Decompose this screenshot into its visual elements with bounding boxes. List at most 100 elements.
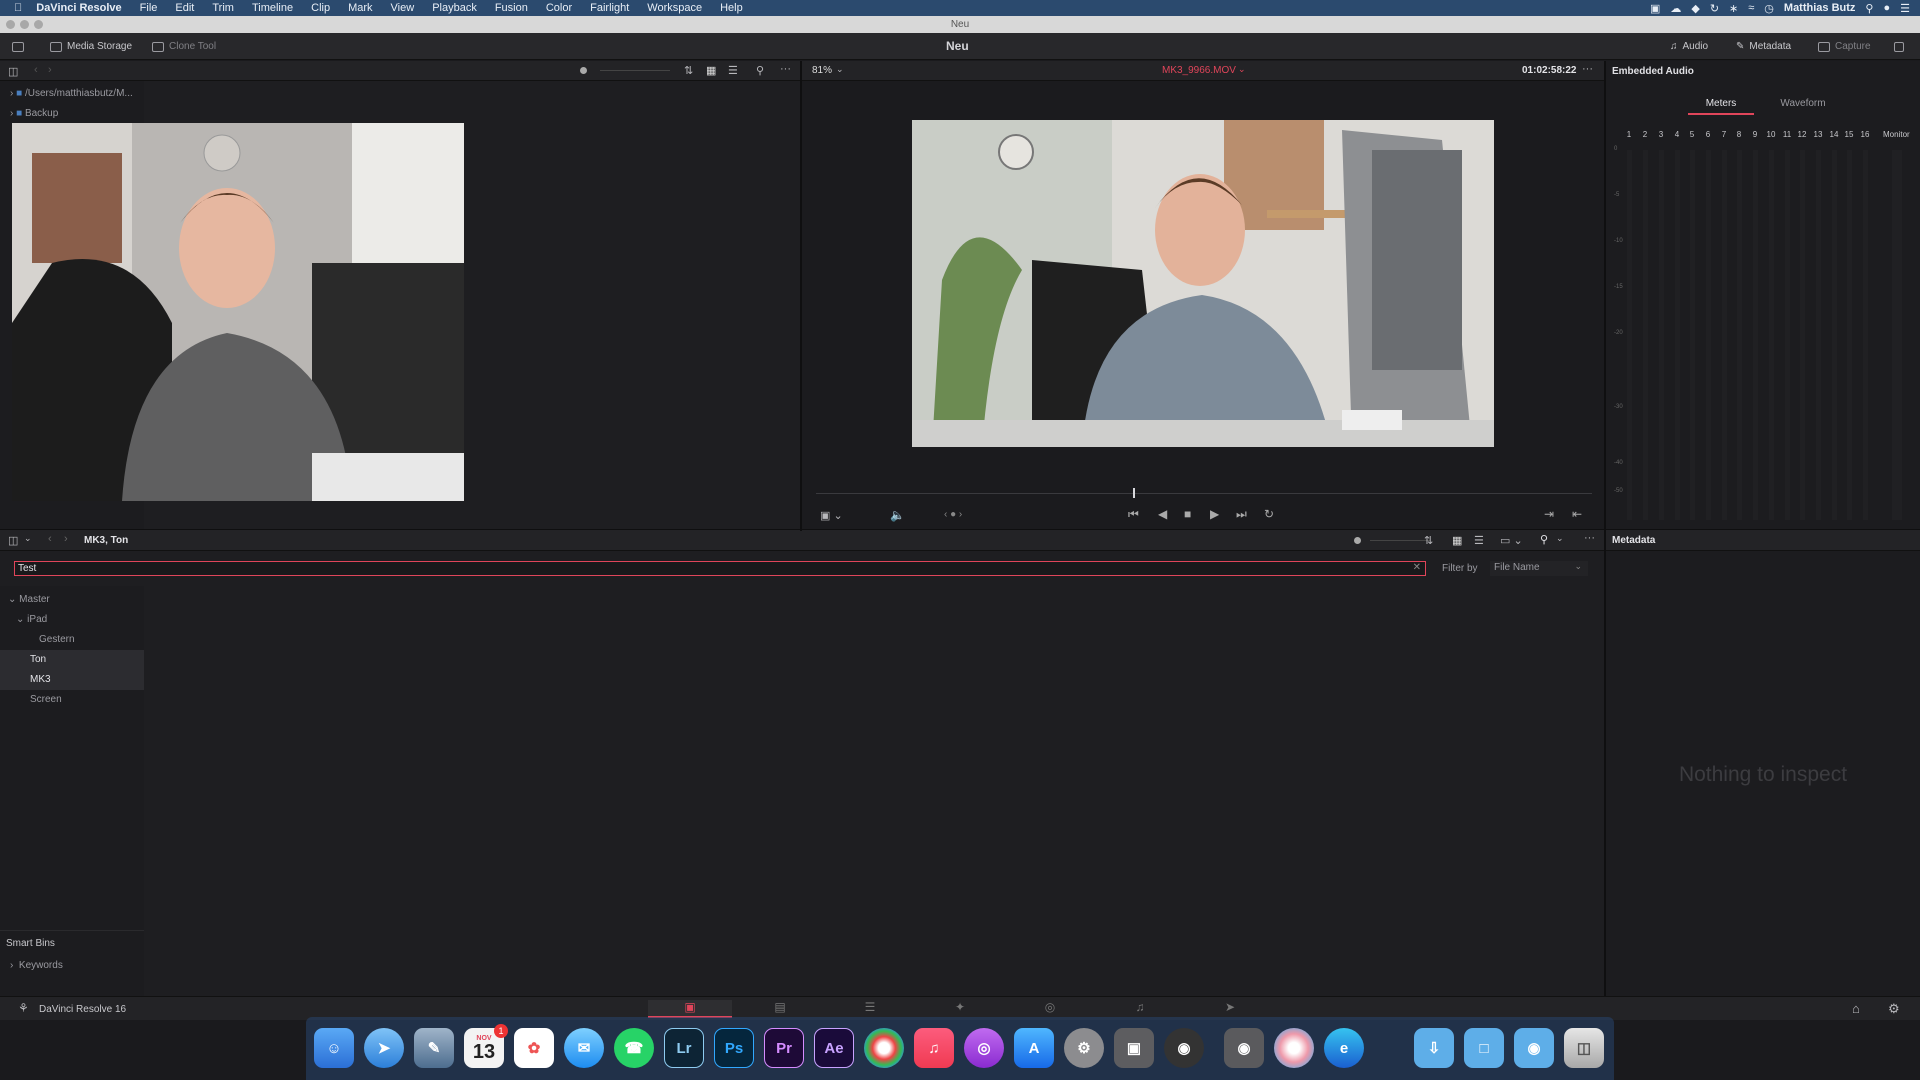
- camera-icon[interactable]: ◉: [1224, 1028, 1264, 1068]
- screenshot-icon[interactable]: ▣: [1114, 1028, 1154, 1068]
- chevron-down-icon[interactable]: ⌄: [1556, 533, 1564, 544]
- more-options-icon[interactable]: ···: [1584, 532, 1595, 544]
- video-frame[interactable]: [912, 120, 1494, 447]
- search-icon[interactable]: ⚲: [1540, 533, 1548, 546]
- bin-master[interactable]: ⌄ Master: [0, 590, 144, 610]
- menu-fusion[interactable]: Fusion: [495, 2, 528, 14]
- music-icon[interactable]: ♫: [914, 1028, 954, 1068]
- settings-icon[interactable]: ⚙: [1064, 1028, 1104, 1068]
- page-media-icon[interactable]: ▣: [648, 1000, 732, 1018]
- timemachine-icon[interactable]: ↻: [1710, 2, 1719, 15]
- more-options-icon[interactable]: ···: [1582, 63, 1593, 75]
- downloads-icon[interactable]: ⇩: [1414, 1028, 1454, 1068]
- clone-tool-button[interactable]: Clone Tool: [152, 33, 216, 60]
- preview-icon[interactable]: ✎: [414, 1028, 454, 1068]
- page-fusion-icon[interactable]: ✦: [918, 1000, 1002, 1018]
- expand-icon[interactable]: [1894, 33, 1904, 60]
- back-icon[interactable]: ‹: [48, 533, 52, 545]
- jog-control[interactable]: ‹ ● ›: [944, 509, 962, 520]
- home-icon[interactable]: ⌂: [1852, 1001, 1860, 1016]
- sort-icon[interactable]: ⇅: [684, 64, 693, 77]
- clip-name[interactable]: MK3_9966.MOV: [1162, 65, 1236, 76]
- appstore-icon[interactable]: A: [1014, 1028, 1054, 1068]
- settings-gear-icon[interactable]: ⚙: [1888, 1001, 1900, 1017]
- aftereffects-icon[interactable]: Ae: [814, 1028, 854, 1068]
- forward-icon[interactable]: ›: [48, 64, 52, 76]
- pixelmator-icon[interactable]: [1274, 1028, 1314, 1068]
- mark-in-icon[interactable]: ⇤: [1572, 507, 1582, 521]
- more-options-icon[interactable]: ···: [780, 63, 791, 75]
- premiere-icon[interactable]: Pr: [764, 1028, 804, 1068]
- search-input[interactable]: Test ✕: [14, 561, 1426, 576]
- stop-icon[interactable]: ■: [1184, 507, 1191, 521]
- menu-mark[interactable]: Mark: [348, 2, 372, 14]
- safari-icon[interactable]: ➤: [364, 1028, 404, 1068]
- window-minimize-button[interactable]: [20, 20, 29, 29]
- bin-ton[interactable]: Ton: [0, 650, 144, 670]
- menu-file[interactable]: File: [140, 2, 158, 14]
- menu-clip[interactable]: Clip: [311, 2, 330, 14]
- dropbox-icon[interactable]: ◆: [1691, 2, 1699, 15]
- finder-icon[interactable]: ☺: [314, 1028, 354, 1068]
- clock-icon[interactable]: ◷: [1764, 2, 1774, 15]
- metadata-button[interactable]: ✎ Metadata: [1736, 33, 1791, 60]
- menu-playback[interactable]: Playback: [432, 2, 477, 14]
- spotlight-icon[interactable]: ⚲: [1865, 2, 1873, 15]
- cloud-icon[interactable]: ☁: [1670, 2, 1681, 15]
- play-icon[interactable]: ▶: [1210, 507, 1219, 521]
- tab-meters[interactable]: Meters: [1688, 93, 1754, 115]
- playhead[interactable]: [1133, 488, 1135, 498]
- zoom-level[interactable]: 81%: [812, 65, 832, 76]
- loop-icon[interactable]: ↻: [1264, 507, 1274, 521]
- menu-help[interactable]: Help: [720, 2, 743, 14]
- menu-view[interactable]: View: [391, 2, 415, 14]
- bin-screen[interactable]: Screen: [0, 690, 144, 710]
- page-fairlight-icon[interactable]: ♫: [1098, 1000, 1182, 1018]
- go-to-end-icon[interactable]: ⏭: [1236, 507, 1247, 522]
- storage-item-backup[interactable]: › ■ Backup: [0, 104, 144, 124]
- filter-select[interactable]: File Name ⌄: [1490, 561, 1588, 576]
- window-close-button[interactable]: [6, 20, 15, 29]
- grid-view-icon[interactable]: ▦: [706, 64, 716, 77]
- capture-button[interactable]: Capture: [1818, 33, 1871, 60]
- menu-edit[interactable]: Edit: [175, 2, 194, 14]
- menu-timeline[interactable]: Timeline: [252, 2, 293, 14]
- sidebar-toggle-icon[interactable]: ◫: [8, 534, 18, 547]
- lightroom-icon[interactable]: Lr: [664, 1028, 704, 1068]
- storage-item-user[interactable]: › ■ /Users/matthiasbutz/M...: [0, 84, 144, 104]
- bin-gestern[interactable]: Gestern: [0, 630, 144, 650]
- siri-icon[interactable]: ●: [1883, 2, 1890, 14]
- whatsapp-icon[interactable]: ☎: [614, 1028, 654, 1068]
- menu-workspace[interactable]: Workspace: [647, 2, 702, 14]
- menu-trim[interactable]: Trim: [212, 2, 234, 14]
- audio-button[interactable]: ♫ Audio: [1670, 33, 1708, 60]
- chevron-down-icon[interactable]: ⌄: [836, 64, 844, 75]
- menu-app-name[interactable]: DaVinci Resolve: [36, 2, 121, 14]
- workspace-toggle-icon[interactable]: [12, 33, 24, 60]
- bluetooth-icon[interactable]: ∗: [1729, 2, 1738, 15]
- page-edit-icon[interactable]: ☰: [828, 1000, 912, 1018]
- messages-icon[interactable]: ✉: [564, 1028, 604, 1068]
- bin-ipad[interactable]: ⌄ iPad: [0, 610, 144, 630]
- cinema-icon[interactable]: ◉: [1164, 1028, 1204, 1068]
- photos-icon[interactable]: ✿: [514, 1028, 554, 1068]
- thumbnail-size-slider[interactable]: [1354, 537, 1361, 544]
- page-cut-icon[interactable]: ▤: [738, 1000, 822, 1018]
- play-reverse-icon[interactable]: ◀: [1158, 507, 1167, 521]
- smart-bin-keywords[interactable]: › Keywords: [0, 956, 144, 976]
- list-view-icon[interactable]: ☰: [728, 64, 738, 77]
- filmstrip-view-icon[interactable]: ▭ ⌄: [1500, 534, 1523, 547]
- apple-icon[interactable]: : [14, 2, 22, 14]
- podcasts-icon[interactable]: ◎: [964, 1028, 1004, 1068]
- wifi-icon[interactable]: ≈: [1748, 2, 1754, 14]
- photoshop-icon[interactable]: Ps: [714, 1028, 754, 1068]
- folder-icon[interactable]: □: [1464, 1028, 1504, 1068]
- menu-fairlight[interactable]: Fairlight: [590, 2, 629, 14]
- volume-icon[interactable]: 🔈: [890, 508, 905, 522]
- panel-divider[interactable]: [0, 529, 1920, 530]
- tab-waveform[interactable]: Waveform: [1770, 93, 1836, 115]
- clip-thumbnail[interactable]: [12, 123, 464, 501]
- edge-icon[interactable]: e: [1324, 1028, 1364, 1068]
- clip-grid-area[interactable]: [144, 586, 1604, 996]
- screen-icon[interactable]: ▣: [1650, 2, 1660, 15]
